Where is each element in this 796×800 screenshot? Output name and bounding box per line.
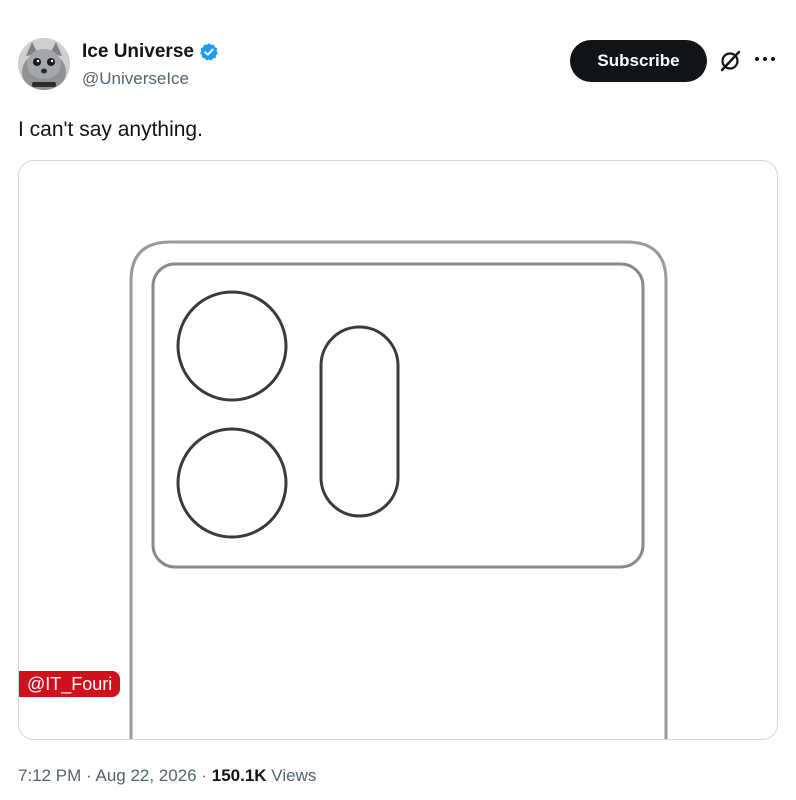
tweet-time[interactable]: 7:12 PM	[18, 766, 81, 785]
grok-icon[interactable]	[718, 49, 742, 73]
meta-separator: ·	[81, 766, 96, 785]
avatar[interactable]	[18, 38, 70, 90]
tweet-text: I can't say anything.	[18, 118, 203, 141]
flash-pill	[319, 325, 400, 518]
name-row: Ice Universe	[82, 40, 219, 64]
tweet-media-image[interactable]: @IT_Fouri	[18, 160, 778, 740]
watermark-label: @IT_Fouri	[19, 671, 121, 697]
tweet-date[interactable]: Aug 22, 2026	[95, 766, 196, 785]
meta-separator: ·	[196, 766, 212, 785]
cat-avatar-icon	[18, 38, 70, 90]
camera-lens-top	[176, 290, 288, 402]
phone-sketch-image	[129, 240, 668, 739]
more-icon[interactable]	[752, 46, 778, 72]
views-label: Views	[266, 766, 317, 785]
tweet-header: Ice Universe @UniverseIce Subscribe	[18, 38, 778, 94]
verified-badge-icon	[199, 42, 219, 62]
views-count: 150.1K	[211, 766, 267, 785]
subscribe-button[interactable]: Subscribe	[570, 40, 707, 82]
camera-lens-bottom	[176, 427, 288, 539]
phone-outline	[129, 240, 668, 739]
display-name[interactable]: Ice Universe	[82, 40, 194, 64]
user-handle[interactable]: @UniverseIce	[82, 68, 189, 90]
tweet-meta: 7:12 PM · Aug 22, 2026 · 150.1K Views	[18, 764, 316, 788]
